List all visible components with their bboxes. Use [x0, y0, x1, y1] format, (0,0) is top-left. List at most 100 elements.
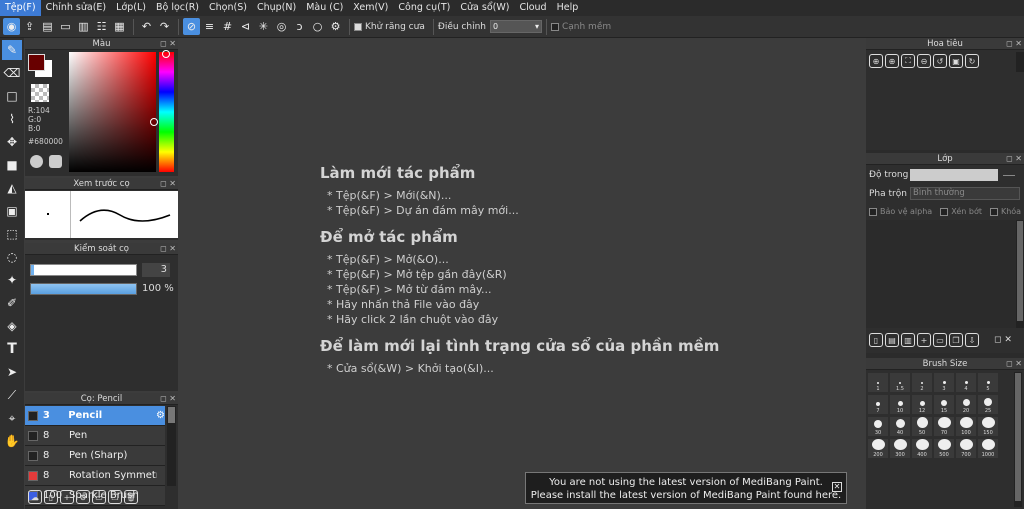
snap-circle-icon[interactable]: ◎: [273, 18, 290, 35]
brush-list-item[interactable]: 8 Pen (Sharp): [25, 446, 165, 466]
brush-size-cell[interactable]: 3: [934, 373, 954, 392]
move-tool-icon[interactable]: ✥: [2, 132, 22, 152]
update-notice[interactable]: You are not using the latest version of …: [525, 472, 847, 504]
hue-slider[interactable]: [159, 52, 174, 172]
menu-10[interactable]: Cloud: [514, 0, 551, 16]
brush-size-cell[interactable]: 1000: [978, 439, 998, 458]
brush-size-cell[interactable]: 70: [934, 417, 954, 436]
new-color-layer-icon[interactable]: ▤: [885, 333, 899, 347]
menu-7[interactable]: Xem(V): [348, 0, 393, 16]
brush-size-value[interactable]: 3: [142, 263, 170, 277]
eraser-tool-icon[interactable]: ⌫: [2, 63, 22, 83]
brush-gear-icon[interactable]: ⚙: [156, 410, 165, 421]
menu-4[interactable]: Chọn(S): [204, 0, 252, 16]
snap-curve-icon[interactable]: ↄ: [291, 18, 308, 35]
comment-icon[interactable]: ▭: [57, 18, 74, 35]
zoom-in-icon[interactable]: ⊕: [869, 54, 883, 68]
brush-size-slider[interactable]: [30, 264, 137, 276]
palette-icon[interactable]: [30, 155, 43, 168]
brush-size-cell[interactable]: 7: [868, 395, 888, 414]
menu-9[interactable]: Cửa sổ(W): [455, 0, 514, 16]
menu-1[interactable]: Chỉnh sửa(E): [41, 0, 112, 16]
saturation-value-picker[interactable]: [69, 52, 156, 172]
brush-size-cell[interactable]: 10: [890, 395, 910, 414]
zoom-out-plus-icon[interactable]: ⊕: [885, 54, 899, 68]
eyedropper-tool-icon[interactable]: ⌖: [2, 408, 22, 428]
menu-6[interactable]: Màu (C): [301, 0, 348, 16]
duplicate-layer-icon[interactable]: ❐: [949, 333, 963, 347]
export-icon[interactable]: ⇪: [21, 18, 38, 35]
blur-tool-icon[interactable]: ⌇: [2, 109, 22, 129]
grid-view-icon[interactable]: ▦: [111, 18, 128, 35]
brush-size-cell[interactable]: 40: [890, 417, 910, 436]
bucket-tool-icon[interactable]: ◭: [2, 178, 22, 198]
chat-icon[interactable]: ▤: [39, 18, 56, 35]
snap-grid-icon[interactable]: #: [219, 18, 236, 35]
brush-size-cell[interactable]: 150: [978, 417, 998, 436]
layer-menu-icon[interactable]: ◻ ✕: [994, 335, 1012, 345]
add-layer-menu-icon[interactable]: +: [917, 333, 931, 347]
layer-scrollbar[interactable]: [1016, 220, 1024, 328]
navigator-scrollbar[interactable]: [1016, 52, 1024, 72]
brush-list-item[interactable]: 8 Pen: [25, 426, 165, 446]
brush-size-cell[interactable]: 500: [934, 439, 954, 458]
zoom-out-icon[interactable]: ⊖: [917, 54, 931, 68]
soft-edge-checkbox[interactable]: [550, 22, 559, 31]
brush-size-cell[interactable]: 1: [868, 373, 888, 392]
brush-size-cell[interactable]: 12: [912, 395, 932, 414]
text-tool-icon[interactable]: T: [2, 339, 22, 359]
undo-icon[interactable]: ↶: [138, 18, 155, 35]
brush-list-item[interactable]: 8 Rotation Symmetry P: [25, 466, 165, 486]
snap-off-icon[interactable]: ⊘: [183, 18, 200, 35]
brush-size-cell[interactable]: 300: [890, 439, 910, 458]
brush-size-cell[interactable]: 100: [956, 417, 976, 436]
close-icon[interactable]: ✕: [832, 482, 842, 492]
redo-icon[interactable]: ↷: [156, 18, 173, 35]
medibang-icon[interactable]: ◉: [3, 18, 20, 35]
dot-tool-icon[interactable]: □: [2, 86, 22, 106]
rotate-right-icon[interactable]: ↻: [965, 54, 979, 68]
actual-size-icon[interactable]: ▣: [949, 54, 963, 68]
snap-radial-icon[interactable]: ✳: [255, 18, 272, 35]
merge-layer-icon[interactable]: ⇩: [965, 333, 979, 347]
delete-brush-icon[interactable]: 🗑: [124, 490, 138, 504]
operation-tool-icon[interactable]: ➤: [2, 362, 22, 382]
brush-folder-icon[interactable]: ▭: [92, 490, 106, 504]
menu-11[interactable]: Help: [552, 0, 584, 16]
snap-ellipse-icon[interactable]: ○: [309, 18, 326, 35]
layer-folder-icon[interactable]: ▭: [933, 333, 947, 347]
new-halftone-layer-icon[interactable]: ▥: [901, 333, 915, 347]
select-tool-icon[interactable]: ⬚: [2, 224, 22, 244]
brush-tool-icon[interactable]: ✎: [2, 40, 22, 60]
snap-settings-icon[interactable]: ⚙: [327, 18, 344, 35]
menu-3[interactable]: Bộ lọc(R): [151, 0, 204, 16]
fit-icon[interactable]: ⛶: [901, 54, 915, 68]
adjust-select[interactable]: 0: [489, 20, 542, 33]
opacity-slider[interactable]: [30, 283, 137, 295]
menu-2[interactable]: Lớp(L): [111, 0, 151, 16]
transparent-color-swatch[interactable]: [31, 84, 49, 102]
new-layer-icon[interactable]: ▯: [869, 333, 883, 347]
brush-size-cell[interactable]: 5: [978, 373, 998, 392]
magic-wand-tool-icon[interactable]: ✦: [2, 270, 22, 290]
properties-icon[interactable]: ☷: [93, 18, 110, 35]
brush-size-cell[interactable]: 1.5: [890, 373, 910, 392]
brush-size-cell[interactable]: 700: [956, 439, 976, 458]
select-eraser-tool-icon[interactable]: ◈: [2, 316, 22, 336]
snap-vanish-icon[interactable]: ⊲: [237, 18, 254, 35]
menu-0[interactable]: Tệp(F): [0, 0, 41, 16]
lasso-tool-icon[interactable]: ◌: [2, 247, 22, 267]
brush-list-scrollbar[interactable]: [167, 406, 176, 486]
brush-size-cell[interactable]: 15: [934, 395, 954, 414]
snap-parallel-icon[interactable]: ≡: [201, 18, 218, 35]
select-pen-tool-icon[interactable]: ✐: [2, 293, 22, 313]
document-icon[interactable]: ▥: [75, 18, 92, 35]
brush-size-cell[interactable]: 400: [912, 439, 932, 458]
protect-alpha-checkbox[interactable]: [869, 207, 877, 216]
rotate-left-icon[interactable]: ↺: [933, 54, 947, 68]
divide-tool-icon[interactable]: ⟋: [2, 385, 22, 405]
shape-tool-icon[interactable]: ■: [2, 155, 22, 175]
gradient-tool-icon[interactable]: ▣: [2, 201, 22, 221]
clipping-checkbox[interactable]: [940, 207, 949, 216]
brush-size-cell[interactable]: 2: [912, 373, 932, 392]
